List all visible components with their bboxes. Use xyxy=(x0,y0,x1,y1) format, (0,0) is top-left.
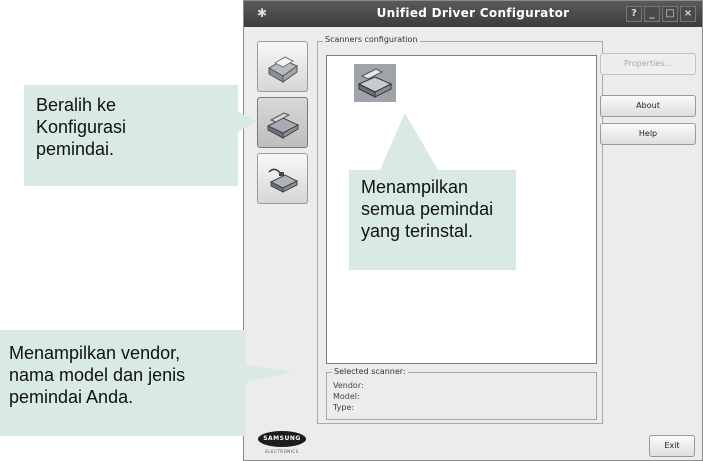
callout-nav-line-1: Beralih ke xyxy=(36,95,117,115)
callout-selected: Menampilkan vendor, nama model dan jenis… xyxy=(0,330,246,436)
close-button[interactable]: × xyxy=(680,6,696,22)
vendor-label: Vendor: xyxy=(333,381,364,390)
logo-sub: ELECTRONICS xyxy=(265,449,299,454)
scanner-icon xyxy=(357,68,393,98)
nav-printers-button[interactable] xyxy=(257,41,308,92)
scanner-icon xyxy=(266,112,300,139)
group-title: Scanners configuration xyxy=(323,35,420,44)
logo-brand: SAMSUNG xyxy=(258,431,306,447)
port-icon xyxy=(268,168,299,193)
callout-selected-line-3: pemindai Anda. xyxy=(9,387,134,407)
callout-nav-line-3: pemindai. xyxy=(36,139,115,159)
printer-icon xyxy=(267,56,299,83)
help-window-button[interactable]: ? xyxy=(626,6,642,22)
samsung-logo: SAMSUNG ELECTRONICS xyxy=(258,431,306,459)
help-button[interactable]: Help xyxy=(600,123,696,145)
type-label: Type: xyxy=(333,403,355,412)
exit-button[interactable]: Exit xyxy=(649,435,695,457)
callout-list-line-1: Menampilkan xyxy=(361,177,469,197)
about-button[interactable]: About xyxy=(600,95,696,117)
callout-list-line-3: yang terinstal. xyxy=(361,221,474,241)
title-bar[interactable]: ✱ Unified Driver Configurator ? _ □ × xyxy=(244,1,702,27)
callout-selected-line-2: nama model dan jenis xyxy=(9,365,186,385)
callout-list: Menampilkan semua pemindai yang terinsta… xyxy=(349,170,516,270)
nav-ports-button[interactable] xyxy=(257,153,308,204)
callout-nav: Beralih ke Konfigurasi pemindai. xyxy=(24,85,238,186)
selected-scanner-title: Selected scanner: xyxy=(332,367,408,376)
model-label: Model: xyxy=(333,392,360,401)
scanner-item[interactable] xyxy=(354,64,396,102)
selected-scanner-group: Selected scanner: Vendor: Model: Type: xyxy=(326,367,597,420)
callout-list-line-2: semua pemindai xyxy=(361,199,494,219)
nav-scanners-button[interactable] xyxy=(257,97,308,148)
callout-selected-line-1: Menampilkan vendor, xyxy=(9,343,181,363)
maximize-button[interactable]: □ xyxy=(662,6,678,22)
callout-nav-line-2: Konfigurasi xyxy=(36,117,127,137)
properties-button[interactable]: Properties... xyxy=(600,53,696,75)
minimize-button[interactable]: _ xyxy=(644,6,660,22)
